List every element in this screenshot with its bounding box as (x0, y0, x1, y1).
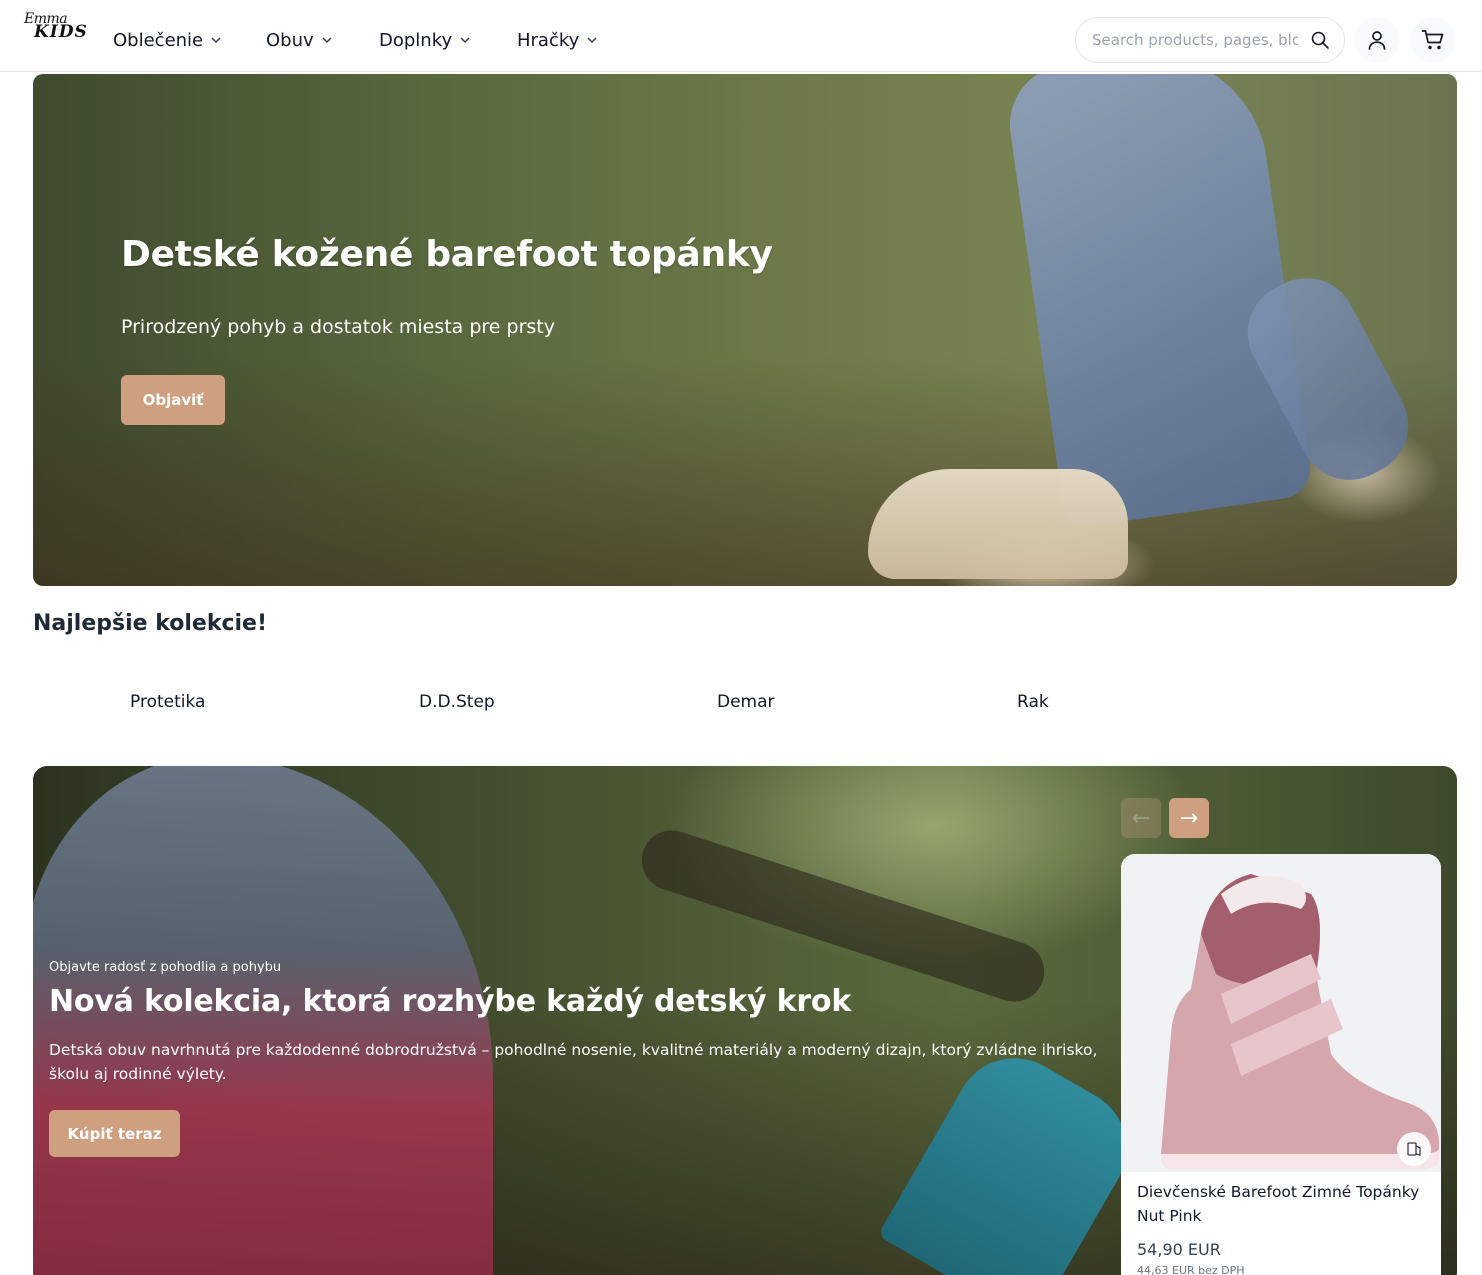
banner-photo-tree (634, 822, 1052, 1010)
compare-button[interactable] (1397, 1132, 1431, 1166)
chevron-down-icon (587, 37, 597, 44)
hero-subtitle: Prirodzený pohyb a dostatok miesta pre p… (121, 316, 555, 338)
search-input[interactable] (1092, 31, 1298, 49)
search-box (1075, 17, 1345, 63)
carousel-prev-button[interactable]: ← (1121, 798, 1161, 838)
chevron-down-icon (460, 37, 470, 44)
cart-icon (1421, 30, 1444, 50)
nav-item-label: Hračky (517, 29, 580, 51)
product-name[interactable]: Dievčenské Barefoot Zimné Topánky Nut Pi… (1137, 1180, 1427, 1228)
carousel-next-button[interactable]: → (1169, 798, 1209, 838)
user-icon (1368, 31, 1386, 50)
hero-photo-shoe (868, 469, 1128, 579)
banner-kicker: Objavte radosť z pohodlia a pohybu (49, 960, 282, 975)
compare-icon (1407, 1142, 1421, 1156)
chevron-down-icon (322, 37, 332, 44)
product-image[interactable] (1121, 854, 1441, 1172)
collection-link-ddstep[interactable]: D.D.Step (419, 692, 495, 712)
logo[interactable]: Emma KIDS (24, 12, 88, 46)
collection-link-rak[interactable]: Rak (1017, 692, 1049, 712)
nav-item-label: Doplnky (379, 29, 453, 51)
chevron-down-icon (211, 37, 221, 44)
product-card[interactable]: Dievčenské Barefoot Zimné Topánky Nut Pi… (1121, 854, 1441, 1275)
banner-photo-child (33, 766, 493, 1275)
collection-link-demar[interactable]: Demar (717, 692, 775, 712)
nav-item-obuv[interactable]: Obuv (266, 26, 379, 54)
nav-item-label: Obuv (266, 29, 314, 51)
hero-title: Detské kožené barefoot topánky (121, 234, 773, 275)
nav-item-doplnky[interactable]: Doplnky (379, 26, 517, 54)
hero-banner-barefoot: Detské kožené barefoot topánky Prirodzen… (33, 74, 1457, 586)
discover-button[interactable]: Objaviť (121, 375, 225, 425)
main-nav: Oblečenie Obuv Doplnky Hračky (113, 26, 637, 54)
cart-button[interactable] (1410, 17, 1456, 63)
nav-item-hracky[interactable]: Hračky (517, 26, 637, 54)
arrow-left-icon: ← (1131, 805, 1151, 831)
account-button[interactable] (1354, 17, 1400, 63)
banner-title: Nová kolekcia, ktorá rozhýbe každý detsk… (49, 984, 852, 1019)
buy-now-button[interactable]: Kúpiť teraz (49, 1110, 180, 1157)
search-icon[interactable] (1310, 30, 1330, 50)
product-price-net: 44,63 EUR bez DPH (1137, 1264, 1245, 1275)
arrow-right-icon: → (1179, 805, 1199, 831)
site-header: Emma KIDS Oblečenie Obuv Doplnky Hračky (0, 0, 1482, 72)
nav-item-label: Oblečenie (113, 29, 204, 51)
product-price: 54,90 EUR (1137, 1240, 1221, 1259)
logo-line-2: KIDS (34, 22, 88, 42)
new-collection-banner: Objavte radosť z pohodlia a pohybu Nová … (33, 766, 1457, 1275)
collection-link-protetika[interactable]: Protetika (130, 692, 205, 712)
nav-item-obleenie[interactable]: Oblečenie (113, 26, 266, 54)
collections-title: Najlepšie kolekcie! (33, 611, 268, 636)
boot-illustration (1161, 874, 1440, 1170)
banner-description: Detská obuv navrhnutá pre každodenné dob… (49, 1041, 1098, 1083)
